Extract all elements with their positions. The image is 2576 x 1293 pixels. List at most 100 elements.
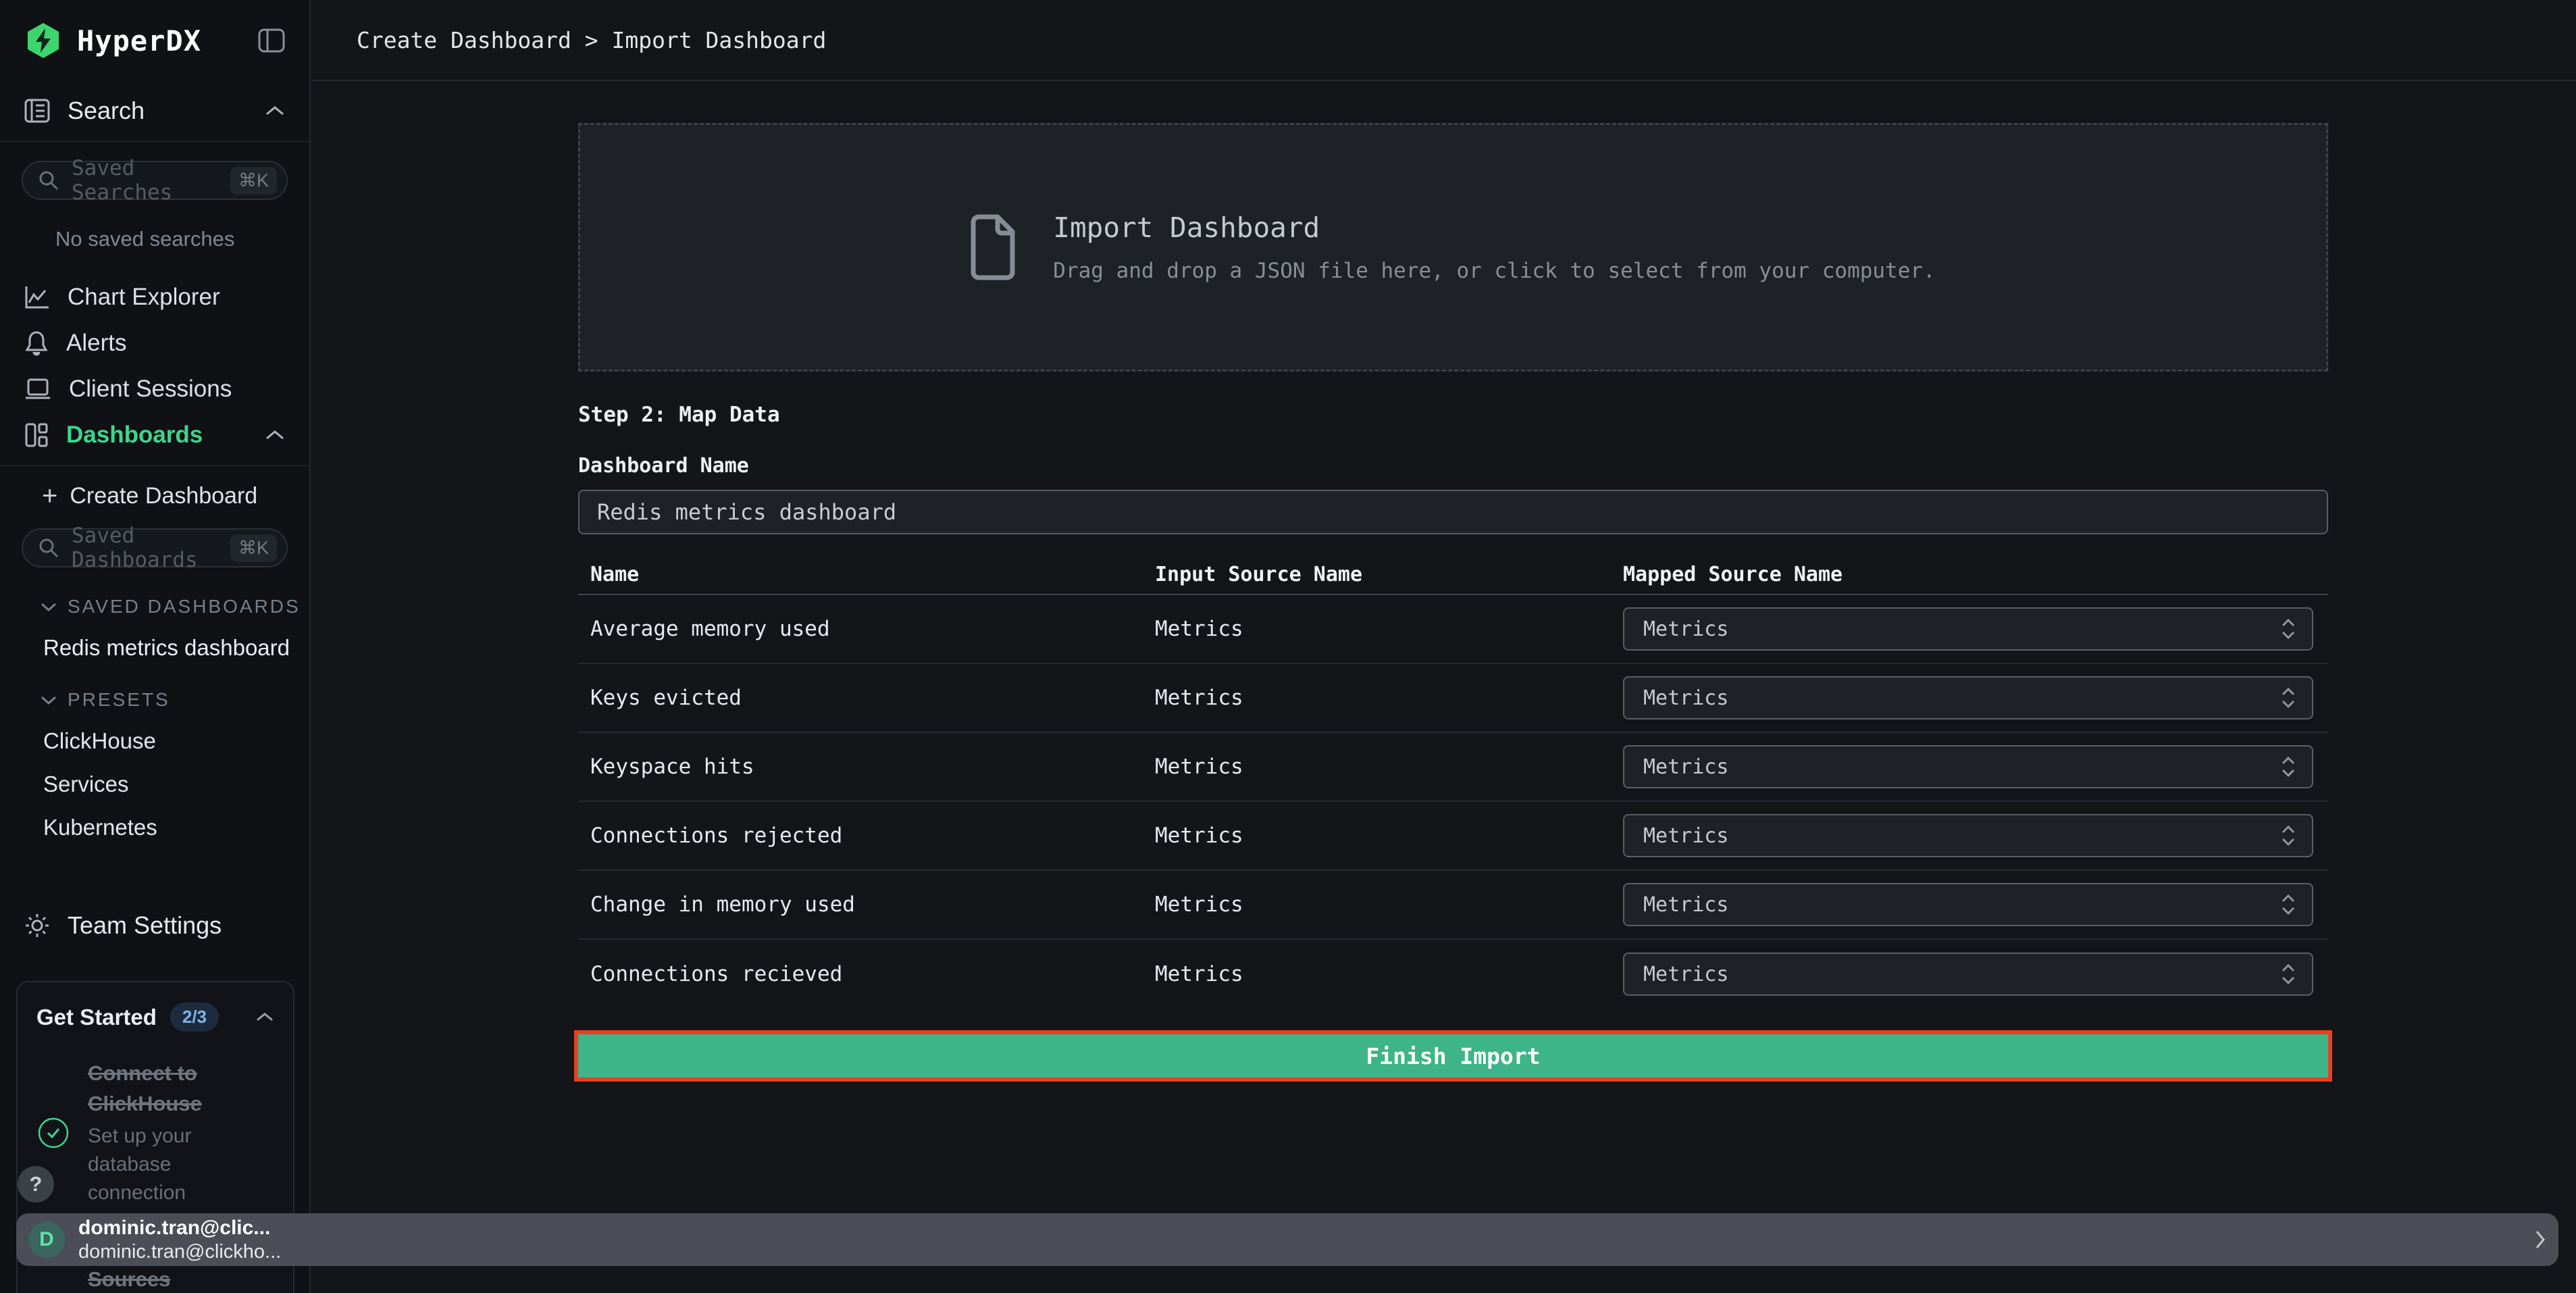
saved-searches-placeholder: Saved Searches (72, 156, 206, 205)
hyperdx-logo-icon (24, 22, 62, 59)
progress-badge: 2/3 (170, 1003, 219, 1032)
table-row: Keys evicted Metrics Metrics (578, 664, 2328, 733)
table-row: Connections recieved Metrics Metrics (578, 940, 2328, 1009)
sidebar-item-team-settings[interactable]: Team Settings (0, 903, 309, 948)
chevron-down-icon (41, 695, 57, 705)
avatar: D (28, 1221, 65, 1258)
mapped-source-select[interactable]: Metrics (1623, 883, 2313, 926)
input-source-cell: Metrics (1155, 823, 1623, 848)
mapped-source-select[interactable]: Metrics (1623, 814, 2313, 857)
chart-explorer-icon (24, 285, 50, 309)
import-dashboard-page: Import Dashboard Drag and drop a JSON fi… (312, 81, 2576, 1078)
user-menu[interactable]: D dominic.tran@clic... dominic.tran@clic… (16, 1213, 2558, 1266)
json-file-dropzone[interactable]: Import Dashboard Drag and drop a JSON fi… (578, 123, 2328, 372)
get-started-item[interactable]: Connect to ClickHouse Set up your databa… (36, 1059, 274, 1207)
input-source-cell: Metrics (1155, 755, 1623, 779)
chevron-up-icon (265, 429, 285, 441)
chevron-right-icon (2534, 1229, 2546, 1250)
metric-name-cell: Keys evicted (578, 686, 1155, 710)
chevron-up-icon (255, 1011, 274, 1023)
no-saved-searches-text: No saved searches (55, 227, 309, 251)
search-icon (38, 170, 59, 191)
dashboards-icon (24, 422, 49, 448)
dashboard-name-input[interactable]: Redis metrics dashboard (578, 490, 2328, 534)
mapped-source-select[interactable]: Metrics (1623, 745, 2313, 788)
select-chevrons-icon (2281, 617, 2296, 641)
presets-section-toggle[interactable]: PRESETS (0, 689, 309, 711)
chevron-down-icon (41, 602, 57, 612)
saved-dashboards-section-toggle[interactable]: SAVED DASHBOARDS (0, 596, 309, 617)
get-started-header[interactable]: Get Started 2/3 (36, 1003, 274, 1032)
column-header-name: Name (578, 563, 1155, 586)
search-section-label: Search (68, 97, 145, 125)
input-source-cell: Metrics (1155, 617, 1623, 641)
breadcrumb: Create Dashboard > Import Dashboard (357, 27, 826, 53)
table-body: Average memory used Metrics Metrics Keys… (578, 595, 2328, 1009)
user-name: dominic.tran@clic... (78, 1217, 2521, 1240)
file-icon (971, 214, 1015, 280)
saved-dashboards-placeholder: Saved Dashboards (72, 524, 206, 572)
mapped-source-select[interactable]: Metrics (1623, 607, 2313, 651)
table-header-row: Name Input Source Name Mapped Source Nam… (578, 555, 2328, 595)
metric-name-cell: Change in memory used (578, 892, 1155, 917)
metric-name-cell: Keyspace hits (578, 755, 1155, 779)
preset-link-services[interactable]: Services (0, 771, 309, 797)
table-row: Change in memory used Metrics Metrics (578, 871, 2328, 940)
sidebar-item-client-sessions[interactable]: Client Sessions (0, 366, 309, 412)
sidebar-item-dashboards[interactable]: Dashboards (0, 412, 309, 458)
main-area: Create Dashboard > Import Dashboard Impo… (312, 0, 2576, 1293)
search-icon (38, 537, 59, 559)
input-source-cell: Metrics (1155, 686, 1623, 710)
mapped-source-value: Metrics (1643, 824, 2281, 848)
shortcut-badge: ⌘K (230, 534, 277, 562)
metric-name-cell: Connections recieved (578, 962, 1155, 986)
sidebar-divider (0, 465, 309, 466)
sidebar-section-search[interactable]: Search (0, 81, 309, 142)
select-chevrons-icon (2281, 823, 2296, 848)
mapped-source-value: Metrics (1643, 755, 2281, 779)
mapped-source-select[interactable]: Metrics (1623, 676, 2313, 719)
input-source-cell: Metrics (1155, 892, 1623, 917)
select-chevrons-icon (2281, 755, 2296, 779)
shortcut-badge: ⌘K (230, 167, 277, 195)
sidebar-collapse-icon[interactable] (258, 28, 285, 53)
saved-dashboard-link[interactable]: Redis metrics dashboard (0, 635, 309, 661)
logo-row: HyperDX (0, 0, 309, 81)
metric-name-cell: Connections rejected (578, 823, 1155, 848)
help-button[interactable]: ? (18, 1166, 54, 1202)
table-row: Average memory used Metrics Metrics (578, 595, 2328, 664)
app-title: HyperDX (77, 24, 201, 57)
dropzone-title: Import Dashboard (1053, 211, 1935, 244)
metric-name-cell: Average memory used (578, 617, 1155, 641)
column-header-input-source: Input Source Name (1155, 563, 1623, 586)
source-mapping-table: Name Input Source Name Mapped Source Nam… (578, 555, 2328, 1009)
chevron-up-icon (265, 105, 285, 117)
input-source-cell: Metrics (1155, 962, 1623, 986)
saved-searches-input[interactable]: Saved Searches ⌘K (22, 161, 288, 200)
mapped-source-value: Metrics (1643, 686, 2281, 710)
mapped-source-select[interactable]: Metrics (1623, 953, 2313, 996)
laptop-icon (24, 378, 51, 401)
hyperdx-app: { "app": { "name": "HyperDX" }, "topbar"… (0, 0, 2576, 1293)
finish-import-button[interactable]: Finish Import (578, 1034, 2328, 1078)
select-chevrons-icon (2281, 892, 2296, 917)
mapped-source-value: Metrics (1643, 963, 2281, 986)
plus-icon: + (42, 482, 57, 509)
mapped-source-value: Metrics (1643, 617, 2281, 641)
table-row: Connections rejected Metrics Metrics (578, 802, 2328, 871)
create-dashboard-button[interactable]: + Create Dashboard (0, 482, 309, 509)
bell-icon (24, 330, 49, 356)
select-chevrons-icon (2281, 962, 2296, 986)
preset-link-clickhouse[interactable]: ClickHouse (0, 728, 309, 754)
user-email: dominic.tran@clickho... (78, 1241, 2521, 1263)
topbar: Create Dashboard > Import Dashboard (312, 0, 2576, 81)
column-header-mapped-source: Mapped Source Name (1623, 563, 2328, 586)
dropzone-subtitle: Drag and drop a JSON file here, or click… (1053, 259, 1935, 283)
sidebar-item-chart-explorer[interactable]: Chart Explorer (0, 274, 309, 320)
sidebar-item-alerts[interactable]: Alerts (0, 320, 309, 366)
table-row: Keyspace hits Metrics Metrics (578, 733, 2328, 802)
preset-link-kubernetes[interactable]: Kubernetes (0, 815, 309, 840)
check-circle-icon (37, 1117, 70, 1149)
sidebar: HyperDX Search Saved Searches ⌘K (0, 0, 311, 1293)
saved-dashboards-input[interactable]: Saved Dashboards ⌘K (22, 528, 288, 567)
